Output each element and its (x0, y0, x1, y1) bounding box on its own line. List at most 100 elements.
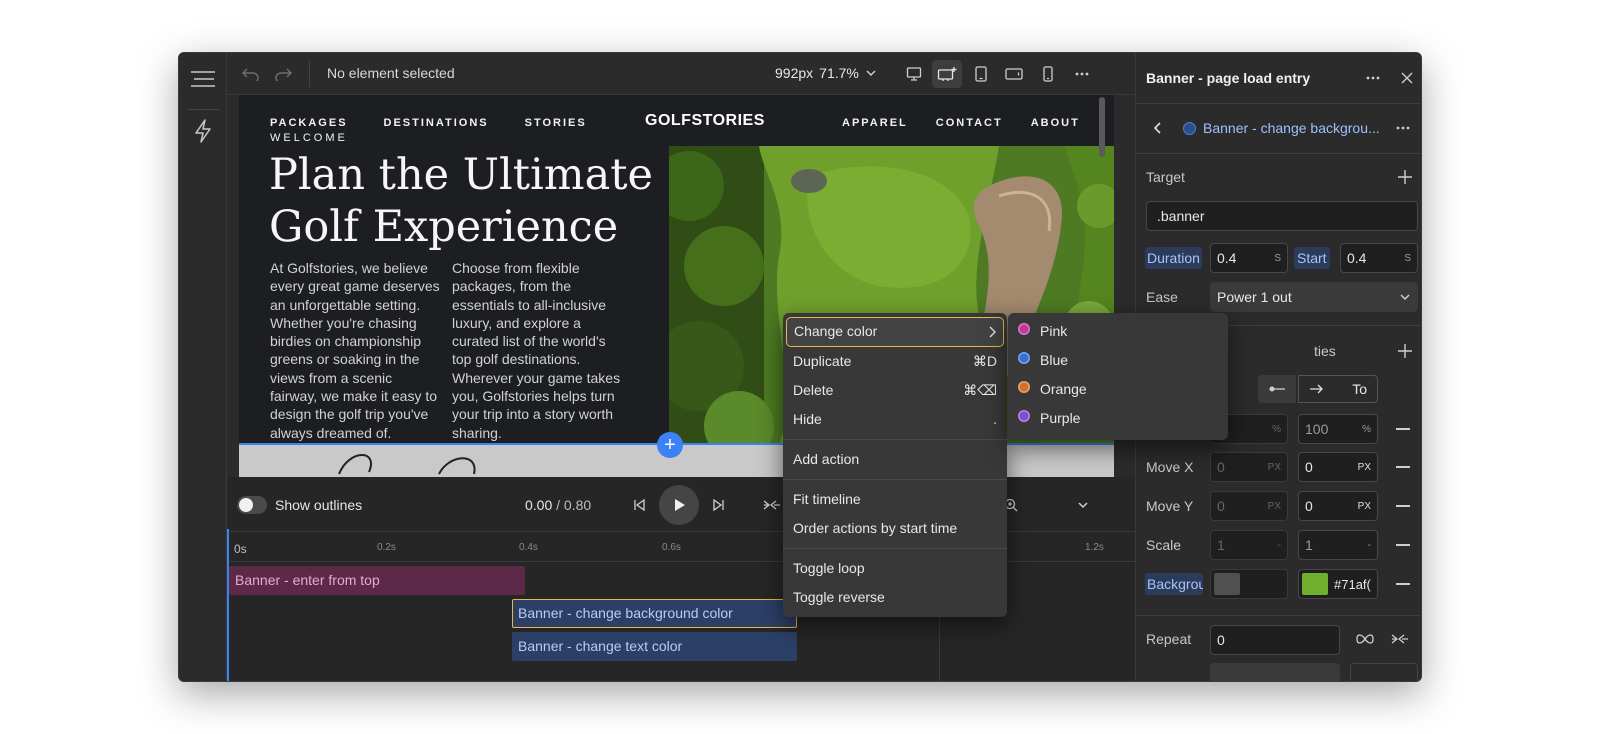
menu-item-toggle-loop[interactable]: Toggle loop (783, 554, 1007, 583)
panel-button-partial[interactable] (1210, 663, 1340, 681)
repeat-input[interactable]: 0 (1210, 625, 1340, 655)
remove-scale-icon[interactable] (1396, 544, 1410, 546)
color-label: Pink (1040, 323, 1068, 339)
panel-button-partial[interactable] (1350, 663, 1418, 681)
menu-icon[interactable] (187, 63, 219, 95)
color-option-pink[interactable]: Pink (1008, 317, 1228, 346)
movey-to-input[interactable]: 0 PX (1298, 491, 1378, 521)
movey-from-input[interactable]: 0 PX (1210, 491, 1288, 521)
menu-item-order-actions[interactable]: Order actions by start time (783, 514, 1007, 543)
selection-status: No element selected (327, 65, 455, 81)
collapse-timeline-icon[interactable] (1073, 495, 1093, 515)
bg-to-input[interactable]: #71af( (1298, 569, 1378, 599)
desktop-icon[interactable] (901, 62, 927, 86)
site-brand[interactable]: GOLFSTORIES (645, 112, 765, 130)
menu-item-hide[interactable]: Hide . (783, 405, 1007, 434)
remove-movey-icon[interactable] (1396, 505, 1410, 507)
action-color-dot (1183, 122, 1196, 135)
time-readout: 0.00 / 0.80 (525, 497, 591, 513)
close-icon[interactable] (1396, 68, 1418, 88)
action-title[interactable]: Banner - change backgrou... (1203, 120, 1380, 136)
scale-from-value: 1 (1217, 537, 1225, 553)
tick-0s: 0s (234, 542, 247, 556)
timeline-bar-change-bg-color[interactable]: Banner - change background color (512, 599, 797, 628)
nav-link-apparel[interactable]: APPAREL (842, 117, 908, 129)
playhead[interactable] (227, 529, 229, 681)
menu-item-fit-timeline[interactable]: Fit timeline (783, 485, 1007, 514)
color-submenu: Pink Blue Orange Purple (1008, 313, 1228, 440)
bg-from-input[interactable] (1210, 569, 1288, 599)
collapse-arrows-icon[interactable] (761, 495, 783, 515)
current-time: 0.00 (525, 497, 553, 513)
play-button[interactable] (659, 485, 699, 525)
panel-divider (1136, 615, 1421, 616)
mobile-portrait-icon[interactable] (1035, 62, 1061, 86)
skip-back-icon[interactable] (629, 495, 649, 515)
movex-from-input[interactable]: 0 PX (1210, 452, 1288, 482)
menu-item-change-color[interactable]: Change color (786, 317, 1004, 347)
hero-eyebrow: WELCOME (270, 132, 348, 144)
movex-to-input[interactable]: 0 PX (1298, 452, 1378, 482)
canvas-scrollbar[interactable] (1099, 97, 1105, 157)
menu-label: Change color (794, 323, 878, 339)
color-option-orange[interactable]: Orange (1008, 375, 1228, 404)
color-option-purple[interactable]: Purple (1008, 404, 1228, 433)
remove-movex-icon[interactable] (1396, 466, 1410, 468)
remove-background-icon[interactable] (1396, 583, 1410, 585)
nav-link-destinations[interactable]: DESTINATIONS (384, 117, 489, 129)
from-mode-icon[interactable] (1258, 375, 1296, 403)
timeline-bar-change-text-color[interactable]: Banner - change text color (512, 632, 797, 661)
nav-link-stories[interactable]: STORIES (525, 117, 587, 129)
target-input[interactable]: .banner (1146, 201, 1418, 231)
menu-item-duplicate[interactable]: Duplicate ⌘D (783, 347, 1007, 376)
scale-from-unit: - (1277, 539, 1281, 551)
back-chevron-icon[interactable] (1150, 119, 1166, 137)
scale-to-input[interactable]: 1 - (1298, 530, 1378, 560)
toolbar-divider (309, 61, 310, 87)
duration-unit: S (1274, 252, 1281, 264)
duration-input[interactable]: 0.4 S (1210, 243, 1288, 273)
nav-link-about[interactable]: ABOUT (1031, 117, 1080, 129)
panel-more-icon[interactable] (1362, 68, 1384, 88)
timeline-ruler[interactable]: 0s 0.2s 0.4s 0.6s 1.2s (227, 532, 1157, 562)
add-property-icon[interactable] (1395, 341, 1415, 361)
menu-label: Add action (793, 451, 860, 467)
nav-link-contact[interactable]: CONTACT (936, 117, 1003, 129)
breakpoint-size[interactable]: 992px 71.7% (775, 65, 877, 81)
opacity-to-input[interactable]: 100 % (1298, 414, 1378, 444)
redo-icon[interactable] (271, 63, 295, 85)
base-breakpoint-icon[interactable] (932, 60, 962, 88)
add-target-icon[interactable] (1395, 167, 1415, 187)
tablet-icon[interactable] (968, 62, 994, 86)
color-option-blue[interactable]: Blue (1008, 346, 1228, 375)
reverse-arrows-icon[interactable] (1388, 629, 1412, 649)
add-section-button[interactable]: + (657, 432, 683, 458)
remove-opacity-icon[interactable] (1396, 428, 1410, 430)
to-mode-button[interactable]: To (1298, 375, 1378, 403)
ease-select[interactable]: Power 1 out (1210, 282, 1418, 312)
menu-item-add-action[interactable]: Add action (783, 445, 1007, 474)
nav-link-packages[interactable]: PACKAGES (270, 117, 348, 129)
timeline-panel: Show outlines 0.00 / 0.80 0s 0.2s 0.4s 0… (227, 477, 1157, 681)
context-menu: Change color Duplicate ⌘D Delete ⌘⌫ Hide… (783, 313, 1007, 617)
undo-icon[interactable] (239, 63, 263, 85)
menu-item-toggle-reverse[interactable]: Toggle reverse (783, 583, 1007, 612)
start-input[interactable]: 0.4 S (1340, 243, 1418, 273)
canvas-width: 992px (775, 65, 814, 81)
show-outlines-toggle[interactable] (237, 496, 267, 514)
scale-label: Scale (1146, 537, 1182, 553)
skip-forward-icon[interactable] (709, 495, 729, 515)
timeline-bar-enter-from-top[interactable]: Banner - enter from top (229, 566, 525, 595)
menu-item-delete[interactable]: Delete ⌘⌫ (783, 376, 1007, 405)
interactions-icon[interactable] (187, 115, 219, 147)
infinite-loop-icon[interactable] (1353, 629, 1377, 649)
mobile-landscape-icon[interactable] (1001, 62, 1027, 86)
tick-1-2s: 1.2s (1085, 542, 1104, 553)
action-more-icon[interactable] (1392, 118, 1414, 138)
movex-from-unit: PX (1267, 461, 1281, 473)
scale-from-input[interactable]: 1 - (1210, 530, 1288, 560)
hero-paragraph-2: Choose from flexible packages, from the … (452, 260, 621, 441)
scale-to-value: 1 (1305, 537, 1313, 553)
more-options-icon[interactable] (1069, 62, 1095, 86)
ruler-divider (227, 561, 1157, 562)
